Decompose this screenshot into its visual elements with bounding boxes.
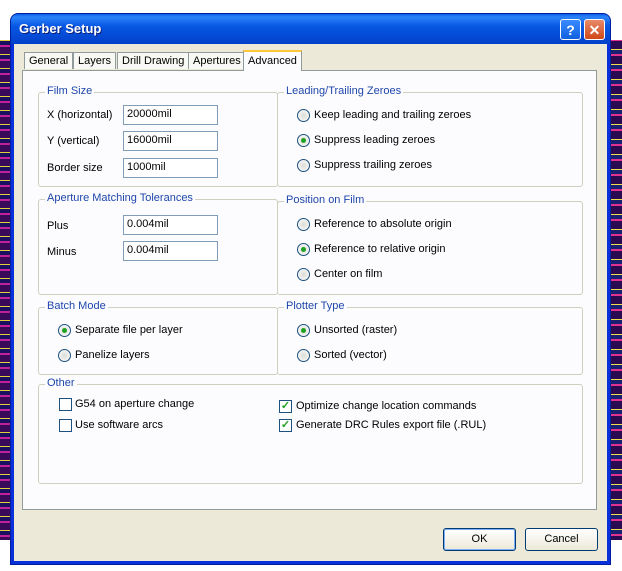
border-size-label: Border size <box>47 162 103 174</box>
ok-button[interactable]: OK <box>443 528 516 551</box>
position-on-film-group: Position on Film Reference to absolute o… <box>277 194 583 295</box>
absolute-origin-label[interactable]: Reference to absolute origin <box>314 218 452 230</box>
suppress-leading-label[interactable]: Suppress leading zeroes <box>314 134 435 146</box>
other-group: Other G54 on aperture change Use softwar… <box>38 377 583 484</box>
absolute-origin-radio[interactable] <box>297 218 310 231</box>
aperture-tolerances-group: Aperture Matching Tolerances Plus 0.004m… <box>38 192 278 295</box>
tab-general[interactable]: General <box>24 52 74 69</box>
y-vertical-label: Y (vertical) <box>47 135 100 147</box>
plotter-type-title: Plotter Type <box>284 300 347 312</box>
plus-input[interactable]: 0.004mil <box>123 215 218 235</box>
keep-zeroes-radio[interactable] <box>297 109 310 122</box>
plus-label: Plus <box>47 220 69 232</box>
suppress-trailing-radio[interactable] <box>297 159 310 172</box>
panelize-layers-radio[interactable] <box>58 349 71 362</box>
batch-mode-group: Batch Mode Separate file per layer Panel… <box>38 300 278 375</box>
tab-apertures[interactable]: Apertures <box>188 52 246 69</box>
window-title: Gerber Setup <box>19 21 102 36</box>
software-arcs-label[interactable]: Use software arcs <box>75 419 163 431</box>
drc-rules-label[interactable]: Generate DRC Rules export file (.RUL) <box>296 419 486 431</box>
dialog-client: General Layers Drill Drawing Apertures A… <box>14 44 607 561</box>
suppress-leading-radio[interactable] <box>297 134 310 147</box>
unsorted-raster-radio[interactable] <box>297 324 310 337</box>
x-horizontal-input[interactable]: 20000mil <box>123 105 218 125</box>
center-on-film-label[interactable]: Center on film <box>314 268 382 280</box>
suppress-trailing-label[interactable]: Suppress trailing zeroes <box>314 159 432 171</box>
sorted-vector-label[interactable]: Sorted (vector) <box>314 349 387 361</box>
g54-checkbox[interactable] <box>59 398 72 411</box>
optimize-checkbox[interactable]: ✓ <box>279 400 292 413</box>
cancel-button[interactable]: Cancel <box>525 528 598 551</box>
tab-layers[interactable]: Layers <box>73 52 117 69</box>
optimize-label[interactable]: Optimize change location commands <box>296 400 476 412</box>
leading-trailing-zeroes-group: Leading/Trailing Zeroes Keep leading and… <box>277 85 583 187</box>
position-on-film-title: Position on Film <box>284 194 367 206</box>
separate-file-label[interactable]: Separate file per layer <box>75 324 183 336</box>
panelize-layers-label[interactable]: Panelize layers <box>75 349 150 361</box>
y-vertical-input[interactable]: 16000mil <box>123 131 218 151</box>
unsorted-raster-label[interactable]: Unsorted (raster) <box>314 324 397 336</box>
plotter-type-group: Plotter Type Unsorted (raster) Sorted (v… <box>277 300 583 375</box>
sorted-vector-radio[interactable] <box>297 349 310 362</box>
keep-zeroes-label[interactable]: Keep leading and trailing zeroes <box>314 109 471 121</box>
minus-input[interactable]: 0.004mil <box>123 241 218 261</box>
border-size-input[interactable]: 1000mil <box>123 158 218 178</box>
separate-file-radio[interactable] <box>58 324 71 337</box>
film-size-title: Film Size <box>45 85 95 97</box>
title-bar[interactable]: Gerber Setup ? ✕ <box>11 14 610 44</box>
batch-mode-title: Batch Mode <box>45 300 108 312</box>
film-size-group: Film Size X (horizontal) 20000mil Y (ver… <box>38 85 278 187</box>
drc-rules-checkbox[interactable]: ✓ <box>279 419 292 432</box>
tab-advanced[interactable]: Advanced <box>243 50 302 71</box>
relative-origin-radio[interactable] <box>297 243 310 256</box>
software-arcs-checkbox[interactable] <box>59 419 72 432</box>
leading-trailing-zeroes-title: Leading/Trailing Zeroes <box>284 85 404 97</box>
background-pcb-right <box>608 40 622 540</box>
help-button[interactable]: ? <box>560 19 581 40</box>
other-title: Other <box>45 377 77 389</box>
g54-label[interactable]: G54 on aperture change <box>75 398 194 410</box>
tab-drill-drawing[interactable]: Drill Drawing <box>117 52 190 69</box>
relative-origin-label[interactable]: Reference to relative origin <box>314 243 445 255</box>
close-button[interactable]: ✕ <box>584 19 605 40</box>
x-horizontal-label: X (horizontal) <box>47 109 113 121</box>
aperture-tolerances-title: Aperture Matching Tolerances <box>45 192 195 204</box>
gerber-setup-dialog: Gerber Setup ? ✕ General Layers Drill Dr… <box>11 14 610 564</box>
center-on-film-radio[interactable] <box>297 268 310 281</box>
advanced-tab-panel: Film Size X (horizontal) 20000mil Y (ver… <box>22 70 597 510</box>
minus-label: Minus <box>47 246 77 258</box>
